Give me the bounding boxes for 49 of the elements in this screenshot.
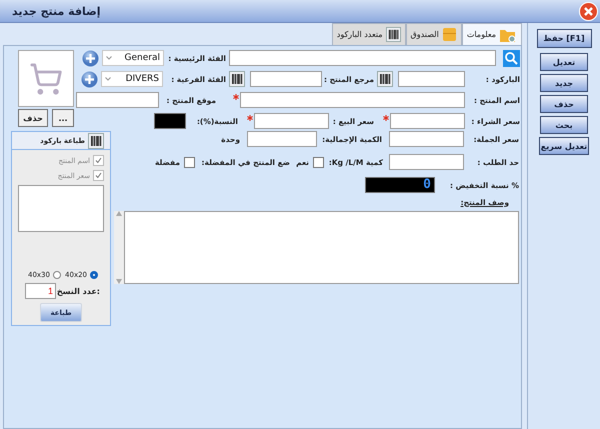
description-field[interactable] [124, 211, 519, 284]
action-button[interactable]: بحث [540, 116, 588, 134]
text-field[interactable] [390, 113, 465, 129]
tab[interactable]: معلومات [462, 23, 522, 45]
scroll-bar[interactable] [114, 211, 124, 284]
close-icon[interactable] [579, 2, 598, 20]
search-icon[interactable] [503, 50, 520, 66]
barcode-icon[interactable] [229, 71, 245, 87]
ratio-display [154, 113, 186, 129]
text-field[interactable] [398, 71, 465, 87]
field-label: عدد النسخ: [56, 286, 100, 296]
cart-icon [29, 62, 63, 96]
action-button[interactable]: جديد [540, 74, 588, 92]
action-button[interactable]: تعديل [540, 53, 588, 71]
list-box[interactable] [18, 185, 104, 232]
text-field[interactable] [389, 131, 464, 147]
scroll-up-icon[interactable] [116, 211, 122, 216]
radio-button[interactable] [52, 271, 61, 279]
window-title: إضافة منتج جديد [12, 4, 101, 18]
text-field[interactable] [247, 131, 317, 147]
copies-field[interactable]: 1 [25, 283, 56, 299]
add-icon[interactable] [81, 70, 98, 88]
discount-value: 0 [423, 178, 431, 192]
delete-image-button[interactable]: حذف [18, 109, 48, 127]
category-dropdown[interactable]: DIVERS [101, 71, 163, 87]
action-button[interactable]: تعديل سريع [539, 137, 589, 155]
category-dropdown[interactable]: General [102, 50, 164, 66]
text-field[interactable] [76, 92, 159, 108]
scroll-down-icon[interactable] [116, 279, 122, 284]
tab[interactable]: متعدد الباركود [332, 23, 406, 45]
caret-icon [106, 56, 112, 60]
barcode-icon[interactable] [377, 71, 393, 87]
box-icon [442, 27, 457, 42]
action-button[interactable]: حذف [540, 95, 588, 113]
caret-icon [105, 77, 111, 81]
radio-button[interactable] [90, 271, 98, 279]
tab[interactable]: الصندوق [406, 23, 462, 45]
text-field[interactable] [389, 154, 464, 170]
barcode-icon[interactable] [386, 27, 401, 42]
barcode-icon[interactable] [88, 132, 104, 148]
checkbox[interactable] [184, 156, 195, 168]
action-button[interactable]: حفظ [F1] [536, 29, 592, 48]
checkbox[interactable] [313, 156, 324, 168]
browse-button[interactable]: ... [52, 109, 74, 127]
add-icon[interactable] [82, 50, 99, 66]
text-field[interactable] [250, 71, 322, 87]
text-field[interactable] [240, 92, 465, 108]
text-field[interactable] [254, 113, 329, 129]
search-field[interactable] [229, 50, 496, 66]
